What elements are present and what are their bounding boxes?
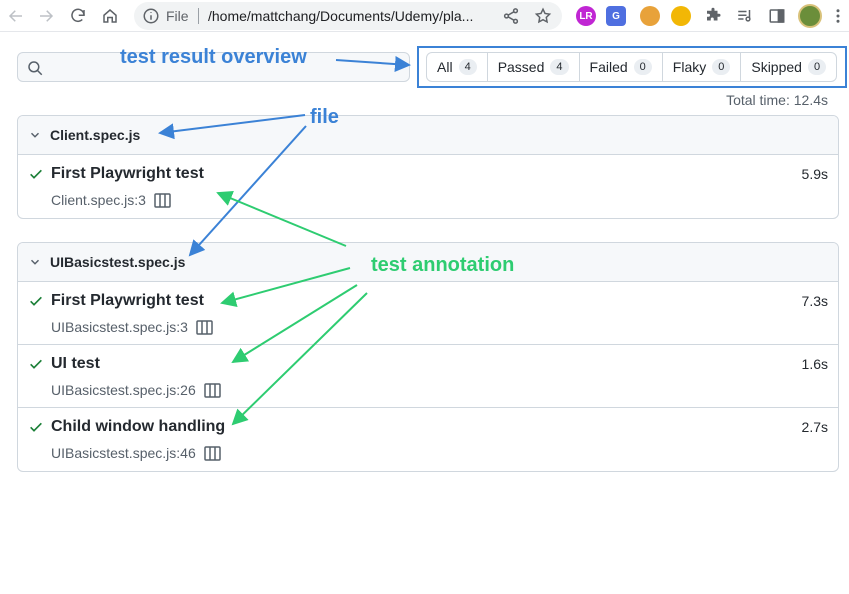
test-duration: 7.3s xyxy=(801,293,828,309)
test-row[interactable]: First Playwright test UIBasicstest.spec.… xyxy=(18,282,838,345)
url-text[interactable]: /home/mattchang/Documents/Udemy/pla... xyxy=(208,8,473,24)
test-location: UIBasicstest.spec.js:46 xyxy=(51,445,221,461)
filter-failed-label: Failed xyxy=(589,59,628,75)
test-title[interactable]: First Playwright test xyxy=(51,165,204,183)
total-time: Total time: 12.4s xyxy=(726,92,828,108)
filter-skipped-label: Skipped xyxy=(751,59,802,75)
file-card-client: Client.spec.js First Playwright test Cli… xyxy=(17,115,839,219)
file-name: Client.spec.js xyxy=(50,127,141,143)
filter-all[interactable]: All 4 xyxy=(427,53,488,81)
filter-skipped[interactable]: Skipped 0 xyxy=(741,53,836,81)
search-icon xyxy=(26,59,44,77)
test-location-text: UIBasicstest.spec.js:3 xyxy=(51,319,188,335)
extension-lr-icon[interactable]: LR xyxy=(576,6,596,26)
filter-flaky-label: Flaky xyxy=(672,59,707,75)
filter-skipped-count: 0 xyxy=(807,59,827,75)
extension-lr-label: LR xyxy=(579,10,593,22)
trace-viewer-icon[interactable] xyxy=(203,446,221,461)
trace-viewer-icon[interactable] xyxy=(203,383,221,398)
annotation-overview-label: test result overview xyxy=(120,46,307,68)
test-duration: 1.6s xyxy=(801,356,828,372)
test-row[interactable]: UI test UIBasicstest.spec.js:26 1.6s xyxy=(18,345,838,408)
test-location: UIBasicstest.spec.js:26 xyxy=(51,382,221,398)
extensions-puzzle-icon[interactable] xyxy=(701,4,725,28)
annotation-file-label: file xyxy=(310,106,339,128)
test-title[interactable]: Child window handling xyxy=(51,418,225,436)
test-title[interactable]: First Playwright test xyxy=(51,292,204,310)
media-controls-icon[interactable] xyxy=(733,4,757,28)
check-icon xyxy=(30,296,42,306)
filter-all-count: 4 xyxy=(458,59,477,75)
extension-translate-icon[interactable]: G xyxy=(606,6,626,26)
profile-avatar[interactable] xyxy=(798,4,822,28)
filter-passed-count: 4 xyxy=(550,59,569,75)
forward-arrow-icon[interactable] xyxy=(34,4,58,28)
browser-toolbar: File /home/mattchang/Documents/Udemy/pla… xyxy=(0,0,849,32)
filter-failed-count: 0 xyxy=(633,59,652,75)
address-bar[interactable]: File /home/mattchang/Documents/Udemy/pla… xyxy=(134,2,562,30)
test-row[interactable]: First Playwright test Client.spec.js:3 5… xyxy=(18,155,838,218)
extension-cookie-icon[interactable] xyxy=(640,6,660,26)
reload-icon[interactable] xyxy=(66,4,90,28)
check-icon xyxy=(30,359,42,369)
file-name: UIBasicstest.spec.js xyxy=(50,254,186,270)
home-icon[interactable] xyxy=(98,4,122,28)
trace-viewer-icon[interactable] xyxy=(196,320,213,335)
bookmark-star-icon[interactable] xyxy=(534,7,552,25)
site-info-icon[interactable] xyxy=(142,7,160,25)
chevron-down-icon xyxy=(30,259,40,265)
filter-flaky-count: 0 xyxy=(712,59,731,75)
test-title[interactable]: UI test xyxy=(51,355,100,373)
trace-viewer-icon[interactable] xyxy=(154,193,171,208)
filter-passed[interactable]: Passed 4 xyxy=(488,53,580,81)
share-icon[interactable] xyxy=(502,7,520,25)
address-separator xyxy=(198,8,199,24)
menu-kebab-icon[interactable] xyxy=(829,4,847,28)
status-filter-bar: All 4 Passed 4 Failed 0 Flaky 0 Skipped 0 xyxy=(426,52,838,82)
extension-gauge-icon[interactable] xyxy=(671,6,691,26)
test-row[interactable]: Child window handling UIBasicstest.spec.… xyxy=(18,408,838,471)
check-icon xyxy=(30,169,42,179)
filter-flaky[interactable]: Flaky 0 xyxy=(663,53,742,81)
test-location-text: Client.spec.js:3 xyxy=(51,192,146,208)
side-panel-icon[interactable] xyxy=(765,4,789,28)
check-icon xyxy=(30,422,42,432)
filter-all-label: All xyxy=(437,59,453,75)
test-duration: 2.7s xyxy=(801,419,828,435)
back-arrow-icon[interactable] xyxy=(4,4,28,28)
test-location-text: UIBasicstest.spec.js:26 xyxy=(51,382,196,398)
test-location: UIBasicstest.spec.js:3 xyxy=(51,319,213,335)
scheme-label: File xyxy=(166,8,189,24)
extension-translate-label: G xyxy=(612,10,620,22)
annotation-test-label: test annotation xyxy=(371,254,515,276)
file-header-client[interactable]: Client.spec.js xyxy=(18,116,838,155)
test-duration: 5.9s xyxy=(801,166,828,182)
chevron-down-icon xyxy=(30,132,40,138)
test-location: Client.spec.js:3 xyxy=(51,192,171,208)
test-location-text: UIBasicstest.spec.js:46 xyxy=(51,445,196,461)
filter-failed[interactable]: Failed 0 xyxy=(580,53,663,81)
filter-passed-label: Passed xyxy=(497,59,545,75)
